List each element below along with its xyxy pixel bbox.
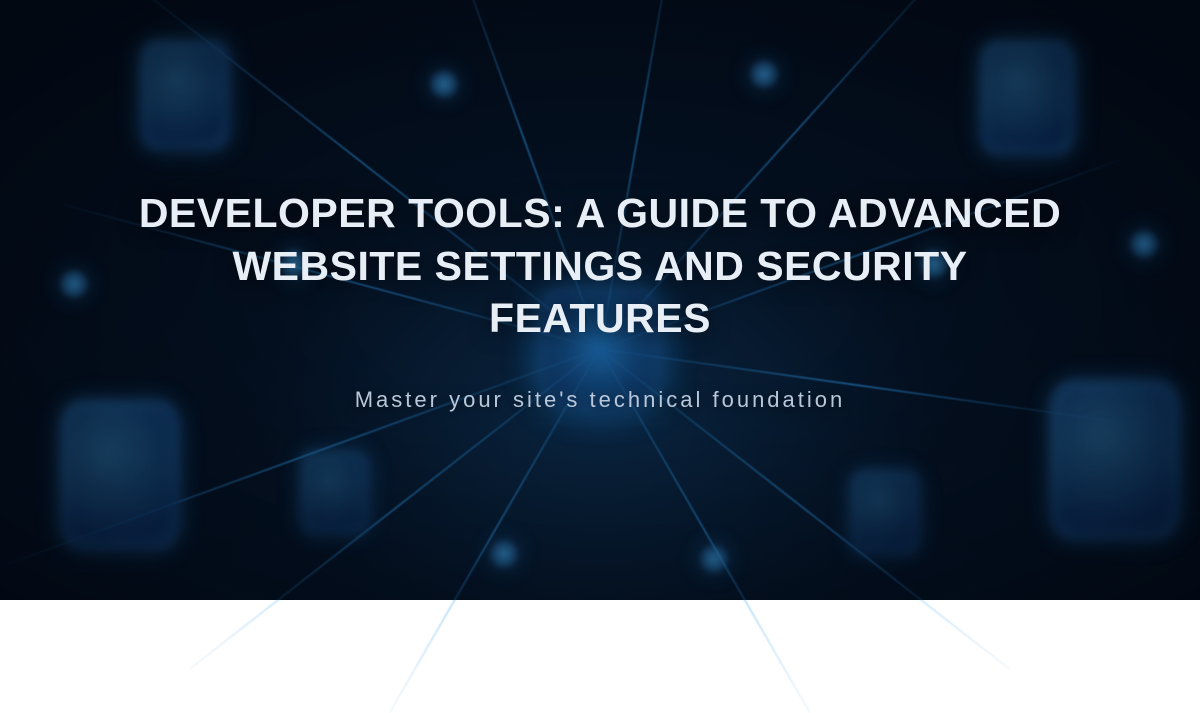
lock-icon [300,450,370,535]
network-node [1130,230,1158,258]
lock-icon [140,40,230,150]
network-node [750,60,778,88]
network-node [700,545,728,573]
lock-icon [980,40,1075,155]
page-subtitle: Master your site's technical foundation [120,387,1080,413]
network-node [430,70,458,98]
lock-icon [850,470,920,555]
network-node [490,540,518,568]
network-node [60,270,88,298]
page-title: DEVELOPER TOOLS: A GUIDE TO ADVANCED WEB… [120,187,1080,344]
hero-banner: DEVELOPER TOOLS: A GUIDE TO ADVANCED WEB… [0,0,1200,600]
lock-icon [60,400,180,550]
hero-content: DEVELOPER TOOLS: A GUIDE TO ADVANCED WEB… [120,187,1080,412]
